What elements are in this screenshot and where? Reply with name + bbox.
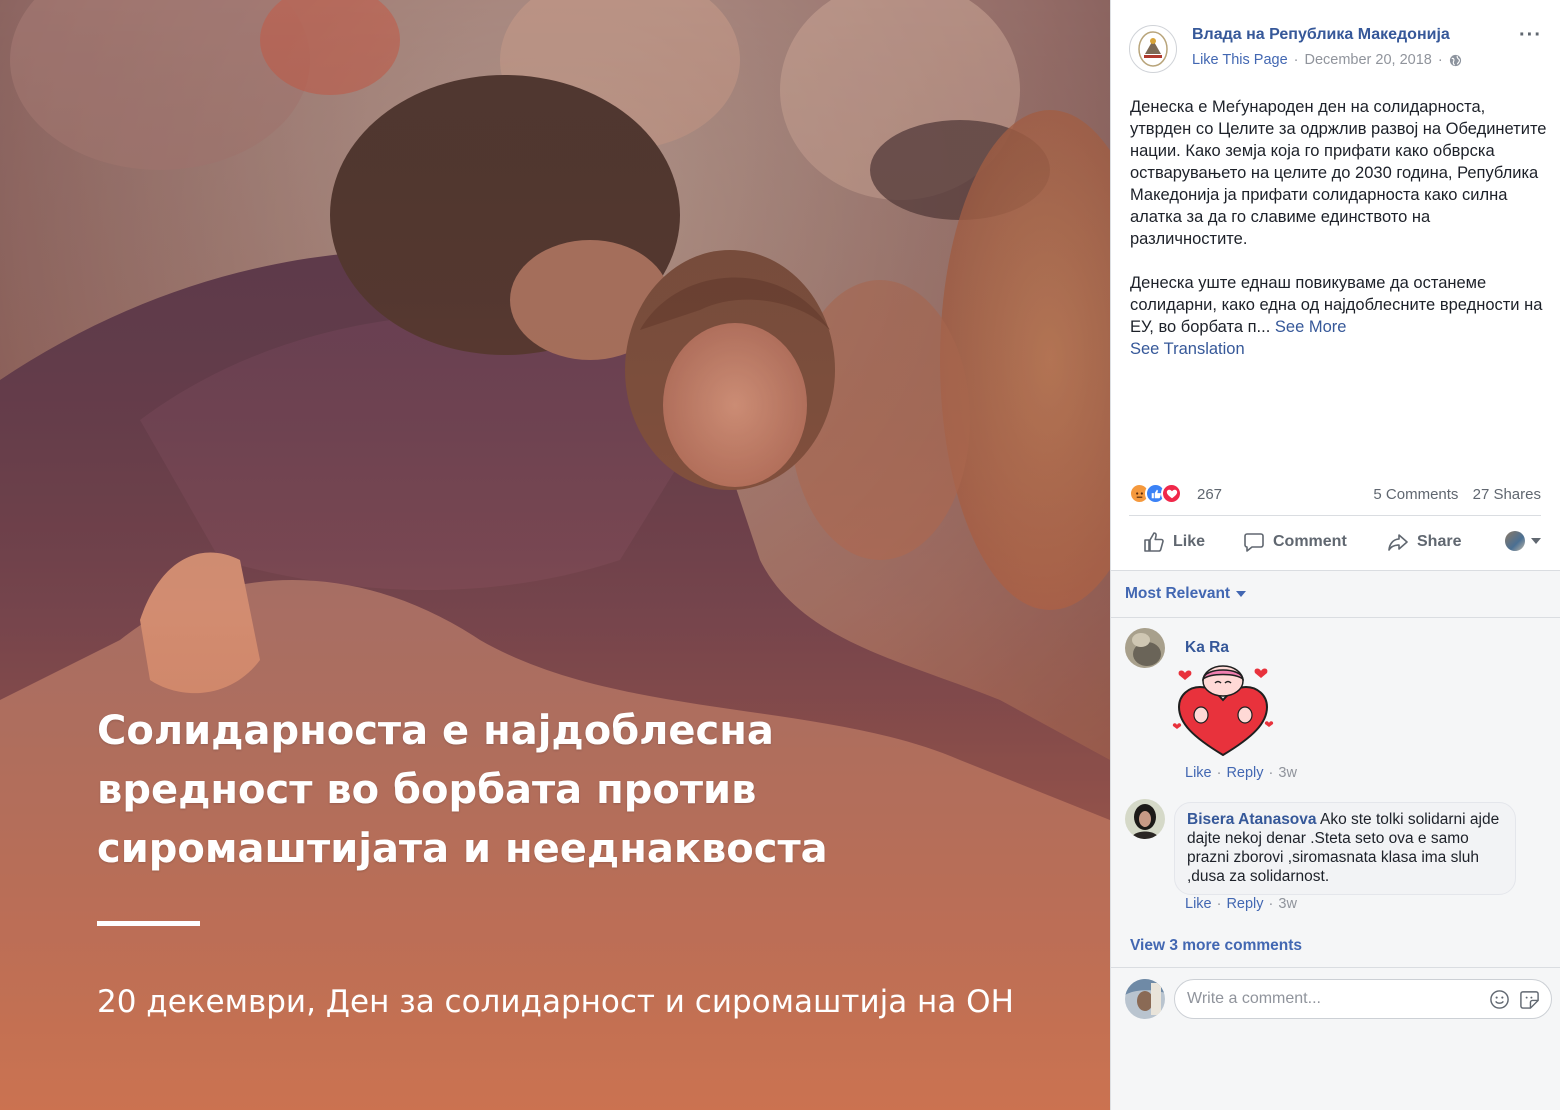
avatar-image: [1125, 979, 1165, 1019]
commenter-avatar[interactable]: [1125, 628, 1165, 668]
post-header: Влада на Република Македонија Like This …: [1129, 22, 1546, 78]
emoji-icon[interactable]: [1489, 989, 1510, 1010]
post-as-selector[interactable]: [1505, 531, 1541, 551]
share-arrow-icon: [1388, 534, 1408, 551]
comments-section: Most Relevant Ka Ra Like · Reply · 3w Bi…: [1111, 570, 1560, 1110]
facebook-photo-viewer: Солидарноста е најдоблесна вредност во б…: [0, 0, 1560, 1110]
photo-headline-line: вредност во борбата против: [97, 767, 757, 813]
comment-bubble: Bisera Atanasova Ako ste tolki solidarni…: [1174, 802, 1516, 895]
chevron-down-icon: [1531, 538, 1541, 544]
commenter-avatar[interactable]: [1125, 799, 1165, 839]
comment-button[interactable]: Comment: [1243, 531, 1347, 553]
comment-author-link[interactable]: Bisera Atanasova: [1187, 811, 1317, 828]
heart-sticker-image[interactable]: [1171, 665, 1275, 757]
comment-time-link[interactable]: 3w: [1278, 896, 1297, 912]
comment-icon: [1244, 533, 1264, 552]
post-options-button[interactable]: ···: [1519, 24, 1542, 47]
comments-count-link[interactable]: 5 Comments: [1373, 486, 1458, 503]
globe-icon: [1449, 54, 1461, 66]
post-stats: 5 Comments 27 Shares: [1373, 486, 1541, 503]
avatar-image: [1125, 628, 1165, 668]
viewer-avatar: [1505, 531, 1525, 551]
reaction-count[interactable]: 267: [1197, 486, 1222, 503]
comment-reply-link[interactable]: Reply: [1226, 765, 1263, 781]
like-button-label: Like: [1173, 533, 1206, 550]
divider: [1111, 967, 1560, 968]
comment-sort-label: Most Relevant: [1125, 585, 1231, 602]
thumbs-up-icon: [1144, 532, 1164, 552]
comment-button-label: Comment: [1273, 533, 1347, 550]
comment-author-link[interactable]: Ka Ra: [1185, 639, 1229, 657]
share-button[interactable]: Share: [1387, 531, 1461, 553]
post-paragraph: Денеска е Меѓународен ден на солидарност…: [1130, 98, 1547, 248]
post-panel: Влада на Република Македонија Like This …: [1110, 0, 1560, 1110]
love-reaction-icon: [1161, 483, 1182, 504]
page-name-link[interactable]: Влада на Република Македонија: [1192, 26, 1450, 44]
comment-actions: Like · Reply · 3w: [1185, 896, 1297, 912]
coat-of-arms-icon: [1138, 31, 1168, 67]
post-text: Денеска е Меѓународен ден на солидарност…: [1130, 96, 1550, 360]
shares-count-link[interactable]: 27 Shares: [1473, 486, 1541, 503]
comment-composer: [1174, 979, 1552, 1019]
see-more-link[interactable]: See More: [1275, 318, 1347, 336]
comment-reply-link[interactable]: Reply: [1226, 896, 1263, 912]
post-date-link[interactable]: December 20, 2018: [1305, 52, 1432, 68]
view-more-comments-link[interactable]: View 3 more comments: [1130, 937, 1302, 955]
meta-separator: ·: [1216, 896, 1222, 912]
photo-divider: [97, 921, 200, 926]
photo-headline-line: Солидарноста е најдоблесна: [97, 708, 774, 754]
like-button[interactable]: Like: [1143, 531, 1205, 553]
comment-sort-dropdown[interactable]: Most Relevant: [1125, 585, 1247, 603]
page-avatar[interactable]: [1129, 25, 1177, 73]
meta-separator: ·: [1437, 52, 1443, 68]
meta-separator: ·: [1293, 52, 1299, 68]
share-button-label: Share: [1417, 533, 1462, 550]
reactions-summary: 267 5 Comments 27 Shares: [1129, 483, 1541, 507]
sticker-icon[interactable]: [1519, 989, 1540, 1010]
comment-like-link[interactable]: Like: [1185, 896, 1212, 912]
viewer-avatar: [1125, 979, 1165, 1019]
divider: [1129, 515, 1541, 516]
divider: [1111, 617, 1560, 618]
avatar-image: [1125, 799, 1165, 839]
comment-actions: Like · Reply · 3w: [1185, 765, 1297, 781]
post-paragraph: Денеска уште еднаш повикуваме да останем…: [1130, 272, 1550, 338]
chevron-down-icon: [1236, 591, 1247, 597]
reaction-icons[interactable]: [1129, 483, 1182, 504]
meta-separator: ·: [1268, 896, 1274, 912]
like-page-link[interactable]: Like This Page: [1192, 52, 1288, 68]
meta-separator: ·: [1268, 765, 1274, 781]
comment-like-link[interactable]: Like: [1185, 765, 1212, 781]
see-translation-link[interactable]: See Translation: [1130, 338, 1550, 360]
photo-headline-line: сиромаштијата и нееднаквоста: [97, 826, 828, 872]
post-photo[interactable]: Солидарноста е најдоблесна вредност во б…: [0, 0, 1110, 1110]
comment-time-link[interactable]: 3w: [1278, 765, 1297, 781]
photo-headline: Солидарноста е најдоблесна вредност во б…: [97, 702, 1057, 879]
photo-subline: 20 декември, Ден за солидарност и сирома…: [97, 984, 1014, 1020]
post-action-bar: Like Comment Share: [1129, 527, 1541, 559]
photo-image: [0, 0, 1110, 1110]
comment-input[interactable]: [1187, 980, 1477, 1018]
meta-separator: ·: [1216, 765, 1222, 781]
post-meta: Like This Page · December 20, 2018 ·: [1192, 52, 1462, 68]
